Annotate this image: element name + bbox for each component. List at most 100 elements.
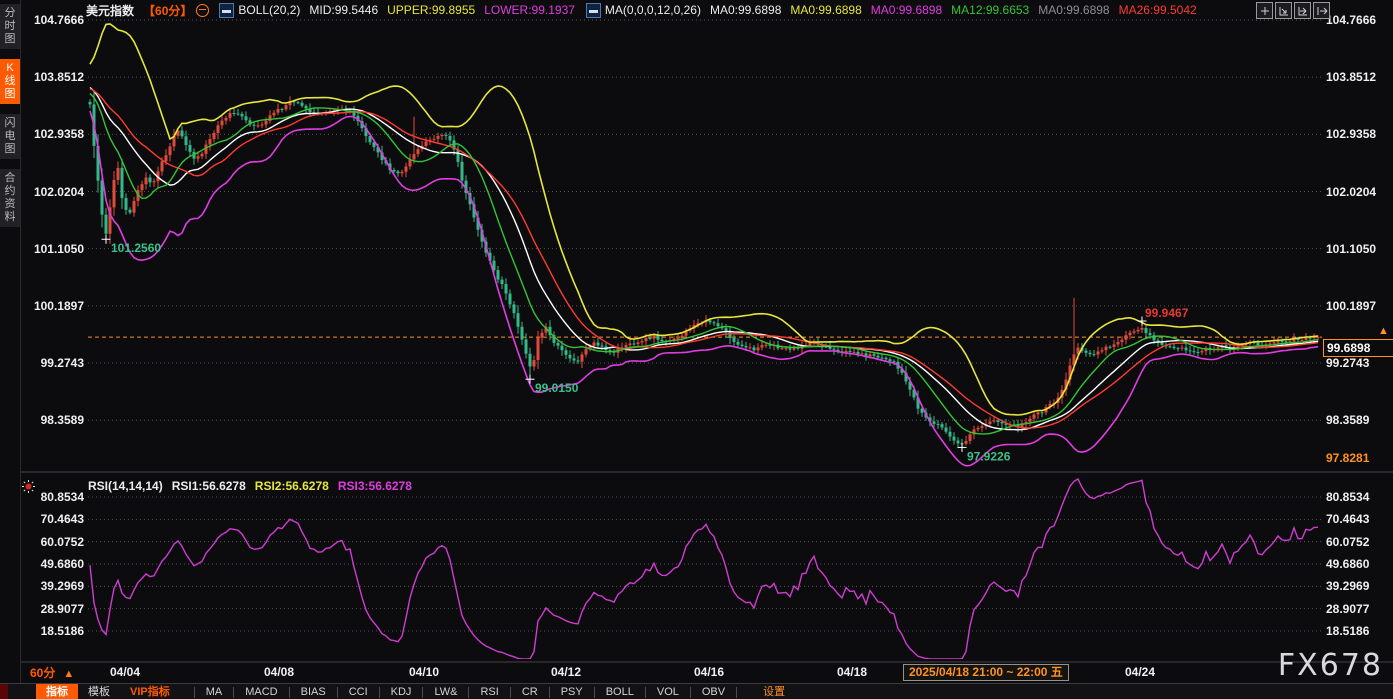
footer-tab-3[interactable]: VIP指标 xyxy=(120,684,180,699)
rsi-header: RSI(14,14,14) RSI1:56.6278RSI2:56.6278RS… xyxy=(88,479,421,493)
svg-text:99.0150: 99.0150 xyxy=(535,381,579,395)
boll-label: BOLL(20,2) xyxy=(238,3,300,17)
collapse-indicator-icon[interactable] xyxy=(196,4,209,17)
rsi-values-group: RSI1:56.6278 RSI2:56.6278 RSI3:56.6278 xyxy=(172,479,421,493)
period-text: 60分 xyxy=(30,666,55,680)
rsi-tick-left-7: 18.5186 xyxy=(24,623,84,639)
main-chart-canvas[interactable]: 101.256099.015097.922699.9467 xyxy=(0,0,1393,699)
rsi-tick-right-4: 49.6860 xyxy=(1326,556,1390,572)
rsi-tick-left-2: 70.4643 xyxy=(24,511,84,527)
candles-group xyxy=(89,91,1320,448)
indicator-item-boll[interactable]: BOLL xyxy=(594,687,645,698)
footer-tabs-group: 指标模板VIP指标 xyxy=(36,684,180,699)
expand-right-tool-icon[interactable] xyxy=(1313,2,1330,19)
indicator-item-macd[interactable]: MACD xyxy=(233,687,288,698)
time-tick-2: 04/08 xyxy=(244,665,314,679)
indicator-item-lw[interactable]: LW& xyxy=(422,687,468,698)
top-indicator-bar: 美元指数 【60分】 BOLL(20,2) MID:99.5446 UPPER:… xyxy=(20,0,1393,20)
rsi-tick-left-3: 60.0752 xyxy=(24,534,84,550)
rsi-tick-right-1: 80.8534 xyxy=(1326,489,1390,505)
settings-button[interactable]: 设置 xyxy=(753,684,795,699)
sidebar-tab-2[interactable]: K 线 图 xyxy=(0,59,20,104)
rsi-tick-left-5: 39.2969 xyxy=(24,578,84,594)
ma-value-4: MA12:99.6653 xyxy=(951,3,1029,17)
indicator-item-cr[interactable]: CR xyxy=(510,687,549,698)
ma-values-group: MA0:99.6898 MA0:99.6898 MA0:99.6898 MA12:99… xyxy=(710,3,1206,17)
ma-value-1: MA0:99.6898 xyxy=(710,3,781,17)
indicator-quick-list: MAMACDBIASCCIKDJLW&RSICRPSYBOLLVOLOBV xyxy=(194,684,737,699)
price-tick-right-2: 103.8512 xyxy=(1326,69,1390,85)
range-low-label: 97.8281 xyxy=(1326,450,1390,466)
indicator-item-bias[interactable]: BIAS xyxy=(289,687,337,698)
price-tick-left-8: 98.3589 xyxy=(24,412,84,428)
rsi-value-1: RSI1:56.6278 xyxy=(172,479,246,493)
ma-indicator-icon[interactable] xyxy=(586,3,601,18)
time-tick-4: 04/12 xyxy=(531,665,601,679)
price-tick-right-6: 100.1897 xyxy=(1326,298,1390,314)
price-tick-left-5: 101.1050 xyxy=(24,241,84,257)
rsi-tick-left-6: 28.9077 xyxy=(24,601,84,617)
ma-value-5: MA0:99.6898 xyxy=(1038,3,1109,17)
svg-text:99.9467: 99.9467 xyxy=(1145,306,1189,320)
price-tick-right-5: 101.1050 xyxy=(1326,241,1390,257)
footer-tab-1[interactable]: 指标 xyxy=(36,684,78,699)
corner-tool-buttons xyxy=(1256,2,1330,19)
sidebar-tab-1[interactable]: 分 时 图 xyxy=(0,4,20,49)
shift-right-tool-icon[interactable] xyxy=(1294,2,1311,19)
period-up-triangle-icon[interactable]: ▲ xyxy=(63,668,74,680)
boll-upper-value: UPPER:99.8955 xyxy=(387,3,475,17)
sidebar-tab-4[interactable]: 合 约 资 料 xyxy=(0,169,20,227)
fx678-watermark: FX678 xyxy=(1278,648,1383,683)
price-tick-right-8: 98.3589 xyxy=(1326,412,1390,428)
left-sidebar: 分 时 图 K 线 图闪 电 图合 约 资 料 xyxy=(0,0,21,699)
boll-indicator-icon[interactable] xyxy=(219,3,234,18)
price-up-arrow-icon: ▲ xyxy=(1378,325,1389,337)
chart-app: 101.256099.015097.922699.9467 分 时 图 K 线 图… xyxy=(0,0,1393,699)
time-axis: 04/04 04/08 04/10 04/12 04/16 04/18 04/24 2025/… xyxy=(20,663,1393,683)
rsi-tick-right-7: 18.5186 xyxy=(1326,623,1390,639)
time-tick-5: 04/16 xyxy=(674,665,744,679)
selected-candle-range-box: 2025/04/18 21:00 ~ 22:00 五 xyxy=(903,664,1069,681)
price-tick-left-7: 99.2743 xyxy=(24,355,84,371)
rsi-label: RSI(14,14,14) xyxy=(88,479,163,493)
symbol-title: 美元指数 xyxy=(86,2,134,19)
time-tick-1: 04/04 xyxy=(90,665,160,679)
time-tick-6: 04/18 xyxy=(817,665,887,679)
current-price-box: 99.6898 xyxy=(1323,339,1393,357)
move-tool-icon[interactable] xyxy=(1256,2,1273,19)
rsi-tick-right-3: 60.0752 xyxy=(1326,534,1390,550)
indicator-item-psy[interactable]: PSY xyxy=(549,687,594,698)
time-tick-3: 04/10 xyxy=(389,665,459,679)
zoom-reset-tool-icon[interactable] xyxy=(1275,2,1292,19)
price-tick-right-7: 99.2743 xyxy=(1326,355,1390,371)
rsi-alert-dot-icon xyxy=(22,480,35,493)
indicator-item-rsi[interactable]: RSI xyxy=(468,687,509,698)
indicator-item-vol[interactable]: VOL xyxy=(645,687,690,698)
time-tick-7: 04/24 xyxy=(1105,665,1175,679)
indicator-item-cci[interactable]: CCI xyxy=(337,687,379,698)
overlay-lines-group xyxy=(90,24,1318,466)
indicator-item-obv[interactable]: OBV xyxy=(690,687,737,698)
footer-tab-2[interactable]: 模板 xyxy=(78,684,120,699)
rsi-tick-right-5: 39.2969 xyxy=(1326,578,1390,594)
rsi-value-2: RSI2:56.6278 xyxy=(255,479,329,493)
boll-mid-value: MID:99.5446 xyxy=(309,3,378,17)
ma-label: MA(0,0,0,12,0,26) xyxy=(605,3,701,17)
toolbar-corner-block xyxy=(0,684,8,699)
price-tick-left-6: 100.1897 xyxy=(24,298,84,314)
price-tick-right-3: 102.9358 xyxy=(1326,126,1390,142)
sidebar-tab-3[interactable]: 闪 电 图 xyxy=(0,114,20,159)
rsi-tick-right-2: 70.4643 xyxy=(1326,511,1390,527)
rsi-value-3: RSI3:56.6278 xyxy=(338,479,412,493)
indicator-item-kdj[interactable]: KDJ xyxy=(379,687,423,698)
price-tick-right-4: 102.0204 xyxy=(1326,184,1390,200)
boll-lower-value: LOWER:99.1937 xyxy=(484,3,575,17)
price-tick-left-3: 102.9358 xyxy=(24,126,84,142)
bottom-toolbar: 指标模板VIP指标 MAMACDBIASCCIKDJLW&RSICRPSYBOL… xyxy=(0,683,1393,699)
indicator-item-ma[interactable]: MA xyxy=(194,687,234,698)
ma-value-3: MA0:99.6898 xyxy=(871,3,942,17)
rsi-line-group xyxy=(90,479,1318,659)
rsi-tick-left-4: 49.6860 xyxy=(24,556,84,572)
ma-value-6: MA26:99.5042 xyxy=(1119,3,1197,17)
price-tick-left-2: 103.8512 xyxy=(24,69,84,85)
